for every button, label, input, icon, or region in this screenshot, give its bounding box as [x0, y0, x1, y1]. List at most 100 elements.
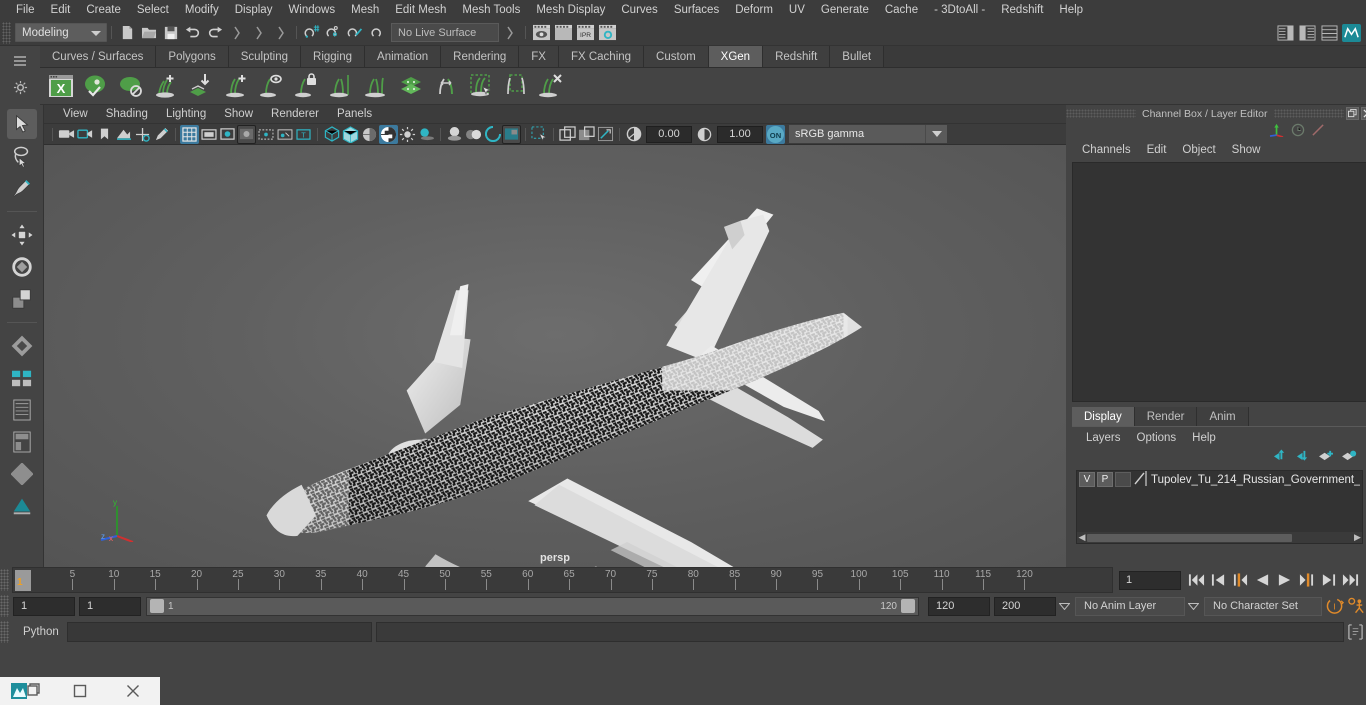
step-forward-frame-icon[interactable]: [1297, 571, 1316, 590]
lasso-select-tool-icon[interactable]: [7, 141, 37, 171]
use-all-lights-icon[interactable]: [398, 125, 417, 144]
character-set-field[interactable]: No Character Set: [1204, 596, 1322, 616]
time-slider[interactable]: 1 5 10 15 20 25 30 35 40 45 50 55 60 65 70 75 80 85 90 95 1…: [12, 567, 1113, 593]
redo-icon[interactable]: [204, 22, 226, 44]
menu-item-3dtoall[interactable]: - 3DtoAll -: [926, 2, 993, 18]
command-line-grip[interactable]: [0, 621, 9, 643]
channel-menu-edit[interactable]: Edit: [1139, 143, 1175, 157]
layer-shading-toggle[interactable]: [1115, 472, 1131, 487]
transform-axis-icon[interactable]: [1269, 123, 1285, 140]
snap-to-grid-icon[interactable]: [301, 22, 323, 44]
menu-item-mesh-display[interactable]: Mesh Display: [528, 2, 613, 18]
maya-logo-icon[interactable]: [1340, 22, 1362, 44]
toggle-tool-settings-icon[interactable]: [1296, 22, 1318, 44]
menu-item-edit[interactable]: Edit: [43, 2, 79, 18]
shelf-tab-fx-caching[interactable]: FX Caching: [558, 46, 645, 67]
xgen-part-guide-icon[interactable]: [324, 70, 357, 103]
last-tool-icon[interactable]: [7, 331, 37, 361]
two-d-pan-zoom-icon[interactable]: [133, 125, 152, 144]
shelf-tab-rendering[interactable]: Rendering: [441, 46, 520, 67]
menu-item-help[interactable]: Help: [1051, 2, 1091, 18]
shelf-tab-sculpting[interactable]: Sculpting: [228, 46, 302, 67]
scroll-left-icon[interactable]: ◀: [1077, 532, 1087, 543]
animation-end-time-field[interactable]: 200: [994, 596, 1056, 616]
shadows-toggle-icon[interactable]: [417, 125, 436, 144]
diagonal-line-icon[interactable]: [1311, 123, 1325, 140]
xgen-density-map-icon[interactable]: [394, 70, 427, 103]
viewport-menu-panels[interactable]: Panels: [328, 107, 381, 121]
range-slider-grip[interactable]: [0, 595, 9, 617]
depth-of-field-icon[interactable]: [502, 124, 521, 144]
viewport-menu-show[interactable]: Show: [215, 107, 262, 121]
viewport-menu-renderer[interactable]: Renderer: [262, 107, 328, 121]
xgen-select-guides-icon[interactable]: [464, 70, 497, 103]
rotate-tool-icon[interactable]: [7, 252, 37, 282]
paint-select-tool-icon[interactable]: [7, 173, 37, 203]
persp-view-icon[interactable]: [7, 459, 37, 489]
tab-anim[interactable]: Anim: [1197, 407, 1249, 426]
layer-list-hscrollbar[interactable]: ◀ ▶: [1077, 532, 1363, 543]
script-editor-icon[interactable]: [1344, 621, 1366, 643]
command-input[interactable]: [67, 622, 372, 642]
field-chart-icon[interactable]: [256, 125, 275, 144]
xgen-lock-guide-icon[interactable]: [289, 70, 322, 103]
render-settings-icon[interactable]: [596, 22, 618, 44]
range-start-handle[interactable]: [150, 599, 164, 613]
menu-item-uv[interactable]: UV: [781, 2, 813, 18]
range-end-handle[interactable]: [901, 599, 915, 613]
range-bar-inner[interactable]: 1 120: [147, 597, 918, 615]
layer-row[interactable]: V P Tupolev_Tu_214_Russian_Government_: [1077, 470, 1362, 489]
xgen-add-guide-icon[interactable]: [219, 70, 252, 103]
menu-item-surfaces[interactable]: Surfaces: [666, 2, 727, 18]
menu-item-windows[interactable]: Windows: [280, 2, 343, 18]
xgen-import-collection-icon[interactable]: [184, 70, 217, 103]
undo-icon[interactable]: [182, 22, 204, 44]
menu-item-mesh-tools[interactable]: Mesh Tools: [454, 2, 528, 18]
toggle-attribute-editor-icon[interactable]: [1274, 22, 1296, 44]
screen-space-ao-icon[interactable]: [445, 125, 464, 144]
play-backwards-icon[interactable]: [1253, 571, 1272, 590]
wireframe-shading-icon[interactable]: [322, 125, 341, 144]
scroll-right-icon[interactable]: ▶: [1352, 532, 1362, 543]
hypergraph-panel-icon[interactable]: [7, 427, 37, 457]
viewport-menu-view[interactable]: View: [54, 107, 97, 121]
xgen-sculpt-guide-icon[interactable]: [359, 70, 392, 103]
step-back-frame-icon[interactable]: [1231, 571, 1250, 590]
menu-item-cache[interactable]: Cache: [877, 2, 926, 18]
outliner-panel-icon[interactable]: [7, 395, 37, 425]
statusbar-grip[interactable]: [2, 21, 11, 44]
select-camera-icon[interactable]: [57, 125, 76, 144]
xgen-disable-preview-icon[interactable]: [114, 70, 147, 103]
new-layer-from-selected-icon[interactable]: [1341, 449, 1357, 465]
menu-item-redshift[interactable]: Redshift: [993, 2, 1051, 18]
go-to-start-icon[interactable]: [1187, 571, 1206, 590]
layer-menu-layers[interactable]: Layers: [1078, 431, 1129, 445]
menu-item-file[interactable]: File: [8, 2, 43, 18]
gamma-field[interactable]: 1.00: [717, 125, 763, 143]
menu-item-generate[interactable]: Generate: [813, 2, 877, 18]
layer-menu-options[interactable]: Options: [1129, 431, 1185, 445]
channel-menu-object[interactable]: Object: [1174, 143, 1223, 157]
move-layer-up-icon[interactable]: [1272, 449, 1288, 465]
panel-grip[interactable]: [1066, 109, 1136, 118]
layer-list[interactable]: V P Tupolev_Tu_214_Russian_Government_ ◀…: [1076, 470, 1364, 544]
image-plane-icon[interactable]: [114, 125, 133, 144]
xray-joints-icon[interactable]: [577, 125, 596, 144]
snap-to-projected-center-icon[interactable]: [367, 22, 389, 44]
anim-layer-dropdown-icon[interactable]: [1056, 597, 1072, 616]
render-current-frame-icon[interactable]: [530, 22, 552, 44]
layer-color-swatch-icon[interactable]: [1133, 470, 1147, 489]
grease-pencil-icon[interactable]: [152, 125, 171, 144]
current-frame-field[interactable]: 1: [1119, 570, 1181, 590]
layer-menu-help[interactable]: Help: [1184, 431, 1224, 445]
exposure-field[interactable]: 0.00: [646, 125, 692, 143]
ipr-render-icon[interactable]: IPR: [574, 22, 596, 44]
open-scene-icon[interactable]: [138, 22, 160, 44]
shelf-tab-bullet[interactable]: Bullet: [830, 46, 885, 67]
tab-render[interactable]: Render: [1134, 407, 1198, 426]
menu-item-edit-mesh[interactable]: Edit Mesh: [387, 2, 454, 18]
menu-set-selector[interactable]: Modeling: [15, 23, 107, 42]
move-layer-down-icon[interactable]: [1295, 449, 1311, 465]
scroll-thumb[interactable]: [1087, 533, 1292, 542]
shelf-tab-polygons[interactable]: Polygons: [156, 46, 229, 67]
